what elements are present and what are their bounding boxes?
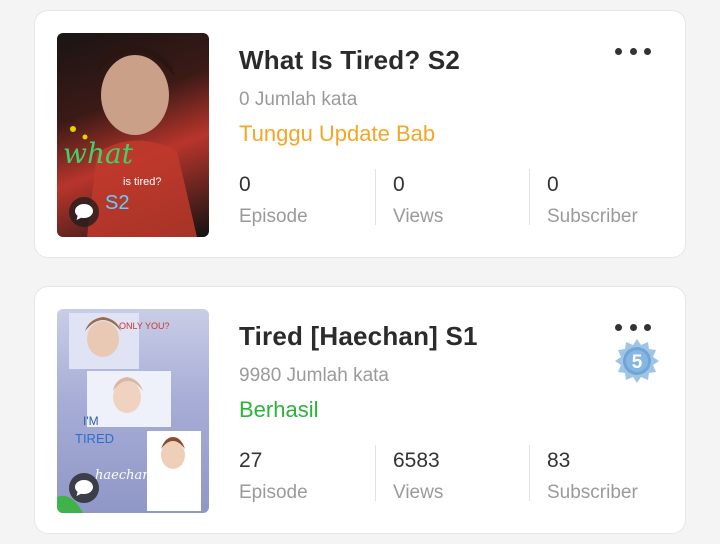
story-card[interactable]: ONLY YOU? I'M TIRED haechan Tired [Haech… (34, 286, 686, 534)
story-title[interactable]: Tired [Haechan] S1 (239, 321, 478, 352)
stat-views: 0 Views (393, 171, 444, 227)
word-count: 0 Jumlah kata (239, 89, 358, 110)
story-card[interactable]: what is tired? S2 What Is Tired? S2 0 Ju… (34, 10, 686, 258)
stat-label: Episode (239, 206, 308, 227)
more-options-icon[interactable] (615, 41, 651, 61)
stat-divider (529, 445, 530, 501)
cover-text-subtitle: is tired? (123, 176, 162, 188)
cover-text-tired: TIRED (75, 431, 114, 446)
word-count: 9980 Jumlah kata (239, 365, 389, 386)
more-options-icon[interactable] (615, 317, 651, 337)
cover-text-im: I'M (83, 414, 99, 428)
stat-label: Views (393, 206, 444, 227)
cover-text-what: what (63, 137, 134, 170)
stat-value: 83 (547, 449, 571, 472)
level-badge-icon: 5 (615, 339, 659, 383)
comment-icon (69, 197, 99, 227)
story-status: Tunggu Update Bab (239, 121, 436, 146)
stat-divider (375, 445, 376, 501)
stat-value: 27 (239, 449, 263, 472)
stat-label: Episode (239, 482, 308, 503)
stat-divider (529, 169, 530, 225)
stat-value: 6583 (393, 449, 440, 472)
cover-text-season: S2 (105, 192, 129, 214)
stat-views: 6583 Views (393, 447, 444, 503)
stat-episode: 0 Episode (239, 171, 308, 227)
stat-episode: 27 Episode (239, 447, 308, 503)
stat-label: Subscriber (547, 206, 638, 227)
comment-icon (69, 473, 99, 503)
stat-value: 0 (239, 173, 251, 196)
stat-value: 0 (393, 173, 405, 196)
badge-level: 5 (632, 352, 643, 373)
story-cover-image[interactable]: what is tired? S2 (57, 33, 209, 237)
story-status: Berhasil (239, 397, 319, 422)
cover-text-haechan: haechan (95, 468, 151, 483)
stat-value: 0 (547, 173, 559, 196)
story-title[interactable]: What Is Tired? S2 (239, 45, 460, 76)
stat-subscriber: 0 Subscriber (547, 171, 638, 227)
story-cover-image[interactable]: ONLY YOU? I'M TIRED haechan (57, 309, 209, 513)
cover-text-tagline: ONLY YOU? (119, 321, 170, 331)
stat-label: Views (393, 482, 444, 503)
stat-subscriber: 83 Subscriber (547, 447, 638, 503)
stat-label: Subscriber (547, 482, 638, 503)
stat-divider (375, 169, 376, 225)
